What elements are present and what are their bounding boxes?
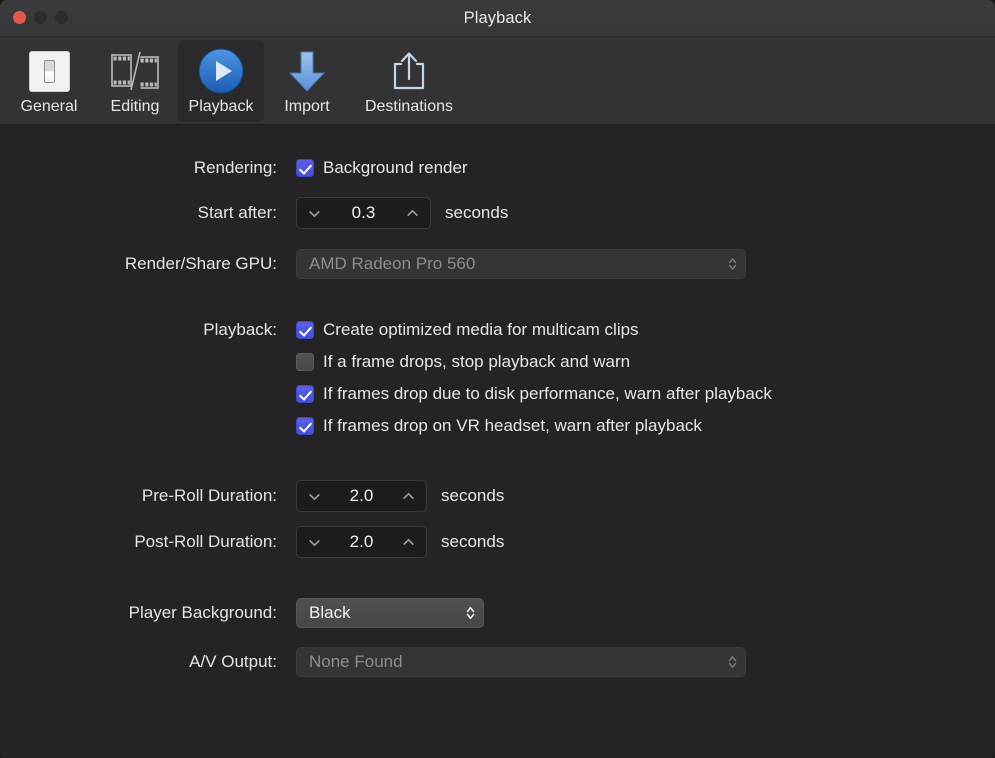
row-rendering: Rendering: Background render — [51, 158, 468, 178]
row-playback-3: If frames drop due to disk performance, … — [296, 384, 772, 404]
av-output-label: A/V Output: — [51, 652, 296, 672]
row-playback-1: Playback: Create optimized media for mul… — [51, 320, 639, 340]
tab-import-label: Import — [284, 98, 329, 116]
av-output-popup-button[interactable]: None Found — [296, 647, 746, 677]
start-after-stepper[interactable]: 0.3 — [296, 197, 431, 229]
tab-playback[interactable]: Playback — [178, 40, 264, 122]
chevron-up-down-icon — [464, 603, 477, 623]
chevron-up-down-icon — [726, 652, 739, 672]
down-arrow-icon — [283, 47, 331, 95]
preferences-toolbar: General — [0, 37, 995, 125]
preferences-content: Rendering: Background render Start after… — [0, 125, 995, 757]
av-output-value: None Found — [309, 652, 718, 672]
playback-option-1[interactable]: Create optimized media for multicam clip… — [296, 320, 639, 340]
pre-roll-label: Pre-Roll Duration: — [51, 486, 296, 506]
film-strips-icon — [109, 47, 161, 95]
chevron-down-icon[interactable] — [308, 490, 321, 503]
row-playback-2: If a frame drops, stop playback and warn — [296, 352, 630, 372]
start-after-unit: seconds — [445, 203, 508, 223]
playback-option-2[interactable]: If a frame drops, stop playback and warn — [296, 352, 630, 372]
chevron-down-icon[interactable] — [308, 536, 321, 549]
row-player-background: Player Background: Black — [51, 598, 484, 628]
tab-playback-label: Playback — [189, 98, 254, 116]
start-after-label: Start after: — [51, 203, 296, 223]
background-render-checkbox[interactable]: Background render — [296, 158, 468, 178]
row-av-output: A/V Output: None Found — [51, 647, 746, 677]
play-circle-icon — [197, 47, 245, 95]
row-playback-4: If frames drop on VR headset, warn after… — [296, 416, 702, 436]
row-post-roll: Post-Roll Duration: 2.0 seconds — [51, 526, 504, 558]
share-export-icon — [386, 47, 432, 95]
toggle-switch-icon — [29, 47, 70, 95]
player-background-label: Player Background: — [51, 603, 296, 623]
chevron-up-icon[interactable] — [402, 536, 415, 549]
tab-editing[interactable]: Editing — [92, 40, 178, 122]
playback-option-4-label: If frames drop on VR headset, warn after… — [323, 416, 702, 436]
row-pre-roll: Pre-Roll Duration: 2.0 seconds — [51, 480, 504, 512]
tab-import[interactable]: Import — [264, 40, 350, 122]
pre-roll-unit: seconds — [441, 486, 504, 506]
post-roll-stepper[interactable]: 2.0 — [296, 526, 427, 558]
post-roll-unit: seconds — [441, 532, 504, 552]
row-start-after: Start after: 0.3 seconds — [51, 197, 508, 229]
pre-roll-stepper[interactable]: 2.0 — [296, 480, 427, 512]
checkbox-checked-icon — [296, 159, 314, 177]
playback-option-4[interactable]: If frames drop on VR headset, warn after… — [296, 416, 702, 436]
preferences-window: Playback General — [0, 0, 995, 758]
post-roll-label: Post-Roll Duration: — [51, 532, 296, 552]
checkbox-checked-icon — [296, 417, 314, 435]
tab-destinations[interactable]: Destinations — [350, 40, 468, 122]
rendering-label: Rendering: — [51, 158, 296, 178]
gpu-popup-button[interactable]: AMD Radeon Pro 560 — [296, 249, 746, 279]
chevron-up-icon[interactable] — [402, 490, 415, 503]
player-background-popup-button[interactable]: Black — [296, 598, 484, 628]
playback-option-1-label: Create optimized media for multicam clip… — [323, 320, 639, 340]
post-roll-value: 2.0 — [321, 532, 402, 552]
gpu-value: AMD Radeon Pro 560 — [309, 254, 718, 274]
chevron-down-icon[interactable] — [308, 207, 321, 220]
window-title: Playback — [0, 9, 995, 28]
chevron-up-down-icon — [726, 254, 739, 274]
start-after-value: 0.3 — [321, 203, 406, 223]
playback-option-3[interactable]: If frames drop due to disk performance, … — [296, 384, 772, 404]
tab-destinations-label: Destinations — [365, 98, 453, 116]
playback-option-2-label: If a frame drops, stop playback and warn — [323, 352, 630, 372]
tab-editing-label: Editing — [111, 98, 160, 116]
row-gpu: Render/Share GPU: AMD Radeon Pro 560 — [51, 249, 746, 279]
checkbox-checked-icon — [296, 321, 314, 339]
player-background-value: Black — [309, 603, 456, 623]
checkbox-checked-icon — [296, 385, 314, 403]
playback-option-3-label: If frames drop due to disk performance, … — [323, 384, 772, 404]
title-bar: Playback — [0, 0, 995, 37]
background-render-label: Background render — [323, 158, 468, 178]
checkbox-unchecked-icon — [296, 353, 314, 371]
tab-general[interactable]: General — [6, 40, 92, 122]
chevron-up-icon[interactable] — [406, 207, 419, 220]
pre-roll-value: 2.0 — [321, 486, 402, 506]
playback-label: Playback: — [51, 320, 296, 340]
tab-general-label: General — [21, 98, 78, 116]
gpu-label: Render/Share GPU: — [51, 254, 296, 274]
